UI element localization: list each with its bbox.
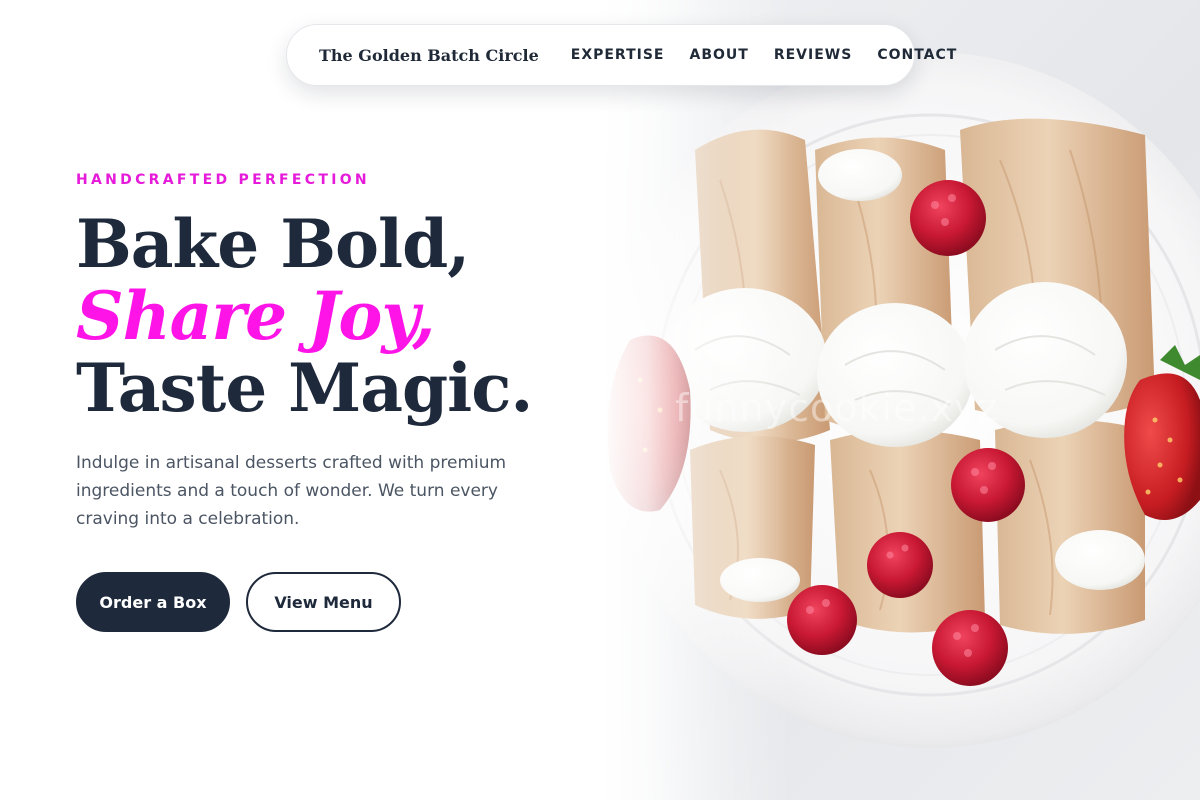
top-navigation: The Golden Batch Circle EXPERTISE ABOUT …: [286, 24, 956, 86]
nav-link-about[interactable]: ABOUT: [690, 47, 749, 63]
nav-link-reviews[interactable]: REVIEWS: [774, 47, 852, 63]
brand-logo[interactable]: The Golden Batch Circle: [319, 46, 539, 65]
nav-links: EXPERTISE ABOUT REVIEWS CONTACT: [571, 47, 958, 63]
hero-headline: Bake Bold, Share Joy, Taste Magic.: [76, 205, 533, 427]
image-watermark: funnycookie.xyz: [675, 386, 999, 430]
nav-link-contact[interactable]: CONTACT: [877, 47, 957, 63]
order-box-button[interactable]: Order a Box: [76, 572, 230, 632]
hero-eyebrow: HANDCRAFTED PERFECTION: [76, 172, 370, 188]
hero-description: Indulge in artisanal desserts crafted wi…: [76, 453, 507, 529]
headline-line-3: Taste Magic.: [76, 349, 533, 427]
view-menu-button[interactable]: View Menu: [246, 572, 401, 632]
headline-line-2: Share Joy,: [76, 277, 435, 355]
nav-link-expertise[interactable]: EXPERTISE: [571, 47, 665, 63]
headline-line-1: Bake Bold,: [76, 205, 470, 283]
